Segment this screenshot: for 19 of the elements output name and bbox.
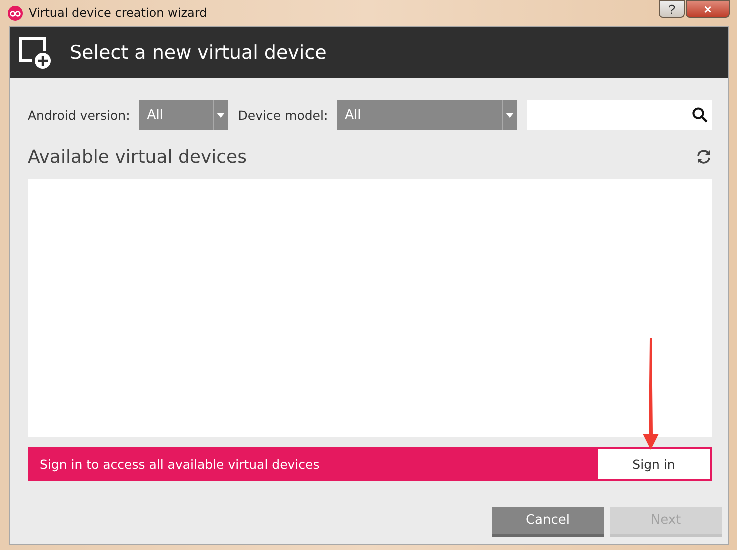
filter-label: Device model: xyxy=(238,108,328,122)
search-icon xyxy=(692,107,708,123)
cancel-button[interactable]: Cancel xyxy=(492,507,604,537)
sign-in-button[interactable]: Sign in xyxy=(598,449,710,479)
search-field[interactable] xyxy=(527,100,712,130)
refresh-icon[interactable] xyxy=(696,149,712,165)
close-button[interactable]: × xyxy=(686,0,730,18)
window-title: Virtual device creation wizard xyxy=(29,6,208,20)
filter-label: Android version: xyxy=(28,108,130,122)
filter-dropdown[interactable]: All xyxy=(337,100,518,130)
caret-icon xyxy=(217,112,226,118)
page-title: Select a new virtual device xyxy=(70,42,327,64)
add-device-icon xyxy=(18,36,52,70)
caret-icon xyxy=(506,112,514,118)
banner-message: Sign in to access all available virtual devices xyxy=(39,456,320,472)
app-logo-icon xyxy=(8,6,23,20)
help-button[interactable]: ? xyxy=(659,0,685,18)
filter-dropdown[interactable]: All xyxy=(139,100,228,130)
list-title: Available virtual devices xyxy=(28,146,247,168)
